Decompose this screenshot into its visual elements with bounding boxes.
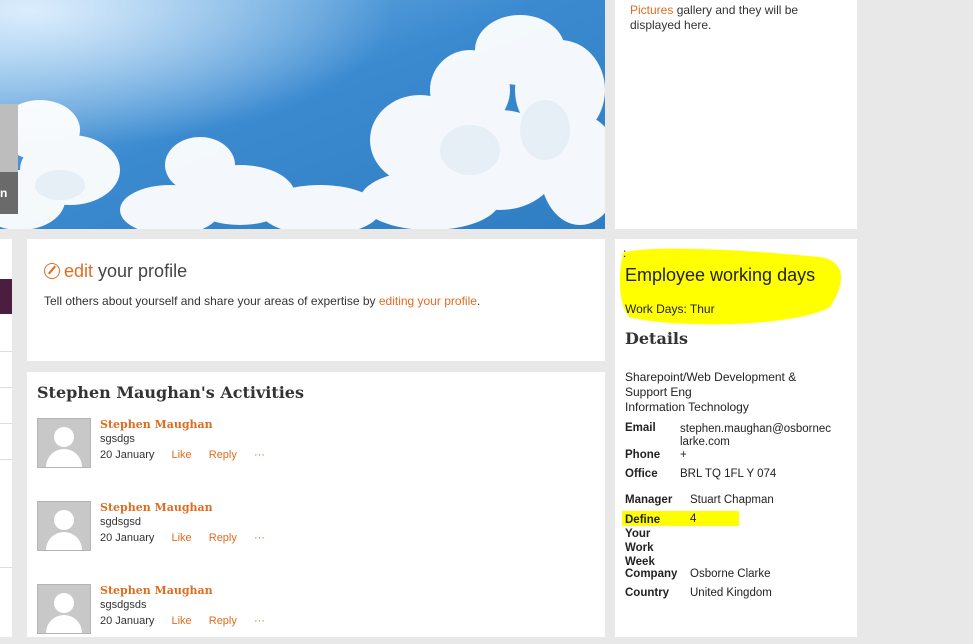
- office-value: BRL TQ 1FL Y 074: [680, 468, 777, 480]
- activity-message: sgsdgs: [100, 433, 135, 445]
- avatar-body: [46, 615, 82, 633]
- hero-tab-letter: n: [0, 186, 8, 200]
- left-nav-divider: [0, 351, 12, 352]
- email-line-2: larke.com: [680, 436, 730, 448]
- office-label: Office: [625, 468, 658, 480]
- activity-item: Stephen Maughan sgsdgs 20 January Like R…: [37, 418, 597, 478]
- left-nav-divider: [0, 423, 12, 424]
- pictures-link[interactable]: Pictures: [630, 3, 673, 17]
- pictures-panel-text: Pictures gallery and they will be displa…: [630, 3, 850, 33]
- avatar[interactable]: [37, 584, 91, 634]
- activity-meta: 20 January Like Reply ···: [100, 532, 279, 544]
- hero-tab-top: [0, 104, 18, 172]
- left-navigation-strip: [0, 239, 12, 637]
- left-nav-divider: [0, 387, 12, 388]
- avatar-head: [54, 593, 74, 613]
- edit-profile-title[interactable]: edit your profile: [44, 261, 187, 282]
- sky-clouds-image: [0, 0, 605, 229]
- like-button[interactable]: Like: [172, 615, 192, 627]
- email-link[interactable]: stephen.maughan@osbornec larke.com: [680, 423, 831, 449]
- country-label: Country: [625, 587, 670, 599]
- activity-item: Stephen Maughan sgdsgsd 20 January Like …: [37, 501, 597, 561]
- hero-side-tab[interactable]: n: [0, 104, 18, 214]
- activity-meta: 20 January Like Reply ···: [100, 449, 279, 461]
- like-button[interactable]: Like: [172, 532, 192, 544]
- avatar[interactable]: [37, 501, 91, 551]
- details-panel: : Employee working days Work Days: Thur …: [615, 239, 857, 637]
- manager-link[interactable]: Stuart Chapman: [690, 494, 774, 506]
- activity-author[interactable]: Stephen Maughan: [100, 584, 213, 597]
- define-label-line-2: Your: [625, 528, 651, 540]
- define-work-week-label: Define Your Work Week: [625, 513, 660, 569]
- editing-profile-link[interactable]: editing your profile: [379, 294, 477, 308]
- department-line-1: Sharepoint/Web Development &: [625, 370, 797, 384]
- phone-label: Phone: [625, 449, 661, 461]
- activities-panel: Stephen Maughan's Activities Stephen Mau…: [27, 372, 605, 637]
- avatar-body: [46, 449, 82, 467]
- activity-date: 20 January: [100, 532, 155, 544]
- pictures-panel: Pictures gallery and they will be displa…: [615, 0, 857, 229]
- edit-profile-accent: edit: [64, 261, 94, 281]
- department-info: Sharepoint/Web Development & Support Eng…: [625, 370, 835, 415]
- activity-message: sgdsgsd: [100, 516, 141, 528]
- activity-meta: 20 January Like Reply ···: [100, 615, 279, 627]
- avatar-head: [54, 427, 74, 447]
- activities-title: Stephen Maughan's Activities: [37, 383, 304, 402]
- phone-value: +: [680, 449, 687, 461]
- edit-profile-description-text: Tell others about yourself and share you…: [44, 294, 379, 308]
- edit-profile-title-rest: your profile: [93, 261, 188, 281]
- pencil-icon: [44, 263, 60, 279]
- avatar-body: [46, 532, 82, 550]
- details-marker: :: [623, 246, 627, 260]
- email-label: Email: [625, 422, 656, 434]
- define-label-line-4: Week: [625, 556, 655, 568]
- working-days-title: Employee working days: [625, 265, 816, 285]
- more-options-button[interactable]: ···: [254, 532, 265, 544]
- edit-profile-period: .: [476, 294, 481, 308]
- department-line-3: Information Technology: [625, 400, 749, 414]
- details-title: Details: [625, 329, 688, 348]
- activity-date: 20 January: [100, 615, 155, 627]
- left-nav-selected-item[interactable]: [0, 279, 12, 314]
- company-label: Company: [625, 568, 678, 580]
- reply-button[interactable]: Reply: [209, 615, 237, 627]
- more-options-button[interactable]: ···: [254, 449, 265, 461]
- more-options-button[interactable]: ···: [254, 615, 265, 627]
- reply-button[interactable]: Reply: [209, 532, 237, 544]
- profile-banner-image: n: [0, 0, 605, 229]
- department-line-2: Support Eng: [625, 385, 692, 399]
- avatar-head: [54, 510, 74, 530]
- edit-profile-panel: edit your profile Tell others about your…: [27, 239, 605, 361]
- left-nav-divider: [0, 459, 12, 460]
- activity-date: 20 January: [100, 449, 155, 461]
- left-nav-divider: [0, 567, 12, 568]
- work-days-value: Work Days: Thur: [625, 302, 715, 316]
- yellow-highlight-scribble: [619, 248, 842, 325]
- define-label-line-3: Work: [625, 542, 654, 554]
- reply-button[interactable]: Reply: [209, 449, 237, 461]
- activity-author[interactable]: Stephen Maughan: [100, 418, 213, 431]
- activity-item: Stephen Maughan sgsdgsds 20 January Like…: [37, 584, 597, 644]
- like-button[interactable]: Like: [172, 449, 192, 461]
- activity-message: sgsdgsds: [100, 599, 147, 611]
- define-work-week-value: 4: [690, 513, 697, 525]
- pictures-text-2: displayed here.: [630, 18, 712, 32]
- activity-author[interactable]: Stephen Maughan: [100, 501, 213, 514]
- manager-label: Manager: [625, 494, 673, 506]
- pictures-text-1: gallery and they will be: [673, 3, 799, 17]
- edit-profile-description: Tell others about yourself and share you…: [44, 294, 480, 308]
- email-line-1: stephen.maughan@osbornec: [680, 423, 832, 435]
- avatar[interactable]: [37, 418, 91, 468]
- define-label-line-1: Define: [625, 514, 661, 526]
- company-value: Osborne Clarke: [690, 568, 771, 580]
- country-value: United Kingdom: [690, 587, 772, 599]
